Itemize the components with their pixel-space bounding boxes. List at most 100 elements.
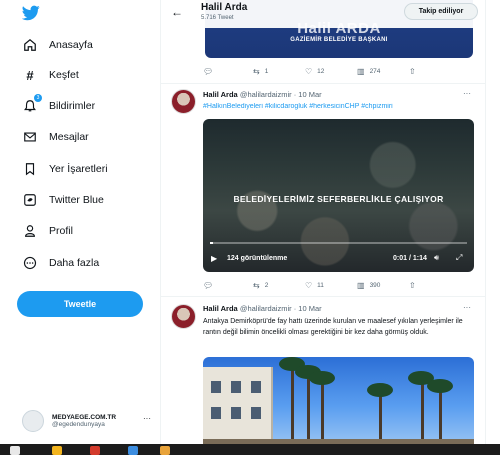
account-switcher[interactable]: MEDYAEGE.COM.TR @egedendunyaya ··· [22, 408, 157, 434]
retweet-icon: ⇆ [253, 280, 260, 290]
author-name[interactable]: Halil Arda [203, 304, 238, 313]
tweet-date[interactable]: · 10 Mar [294, 90, 322, 99]
home-icon [22, 37, 38, 53]
sidebar-item-home[interactable]: Anasayfa [22, 35, 93, 55]
more-icon[interactable]: ··· [463, 89, 471, 98]
page-title: Halil Arda [201, 2, 248, 13]
video-caption: BELEDİYELERİMİZ SEFERBERLİKLE ÇALIŞIYOR [233, 194, 444, 204]
heart-icon: ♡ [305, 280, 313, 290]
sidebar-item-profile[interactable]: Profil [22, 221, 73, 241]
os-taskbar [0, 444, 500, 455]
video-progress-fill [210, 242, 213, 244]
more-icon[interactable]: ··· [143, 414, 151, 423]
share-icon: ⇧ [409, 66, 416, 76]
retweet-button[interactable]: ⇆ 2 [253, 281, 268, 290]
app-icon[interactable] [10, 446, 20, 455]
twitter-blue-icon [22, 192, 38, 208]
views-button[interactable]: ▥ 390 [357, 281, 380, 290]
reply-button[interactable]: 💬︎ [203, 67, 218, 76]
more-icon[interactable]: ··· [463, 303, 471, 312]
author-name[interactable]: Halil Arda [203, 90, 238, 99]
sidebar-item-explore[interactable]: # Keşfet [22, 65, 79, 85]
app-icon[interactable] [160, 446, 170, 455]
sidebar-item-label: Anasayfa [49, 39, 93, 51]
sidebar-item-messages[interactable]: Mesajlar [22, 127, 89, 147]
twitter-bird-icon[interactable] [22, 5, 40, 21]
heart-icon: ♡ [305, 66, 313, 76]
back-arrow-icon[interactable]: ← [171, 5, 183, 19]
bell-icon: 3 [22, 94, 42, 114]
tweet-header: Halil Arda @halilardaizmir · 10 Mar [203, 90, 322, 99]
folder-icon[interactable] [52, 446, 62, 455]
sidebar-item-label: Yer İşaretleri [49, 163, 108, 175]
like-count: 12 [317, 67, 325, 75]
tweet-date[interactable]: · 10 Mar [294, 304, 322, 313]
divider [161, 296, 485, 297]
reply-icon: 💬︎ [203, 66, 214, 76]
tweet-actions: 💬︎ ⇆ 2 ♡ 11 ▥ 390 ⇧ [203, 279, 478, 291]
app-icon[interactable] [128, 446, 138, 455]
tweet-actions: 💬︎ ⇆ 1 ♡ 12 ▥ 274 ⇧ [203, 65, 478, 77]
tweet-hashtags[interactable]: #HalkınBelediyeleri #kilicdarogluk #herk… [203, 103, 478, 110]
video-progress-bar[interactable] [210, 242, 467, 244]
tweet-button[interactable]: Tweetle [17, 291, 143, 317]
sidebar-item-label: Keşfet [49, 69, 79, 81]
share-button[interactable]: ⇧ [409, 281, 421, 290]
retweet-icon: ⇆ [253, 66, 260, 76]
sidebar-item-label: Twitter Blue [49, 194, 104, 206]
avatar [22, 410, 44, 432]
tweet-text: Antakya Demirköprü'de fay hattı üzerinde… [203, 318, 463, 336]
building-image [203, 367, 273, 444]
sidebar-item-label: Bildirimler [49, 100, 96, 112]
views-chart-icon: ▥ [357, 66, 365, 76]
share-icon: ⇧ [409, 280, 416, 290]
reply-icon: 💬︎ [203, 280, 214, 290]
author-handle[interactable]: @halilardaizmir [240, 90, 292, 99]
video-controls: ▶ 124 görüntülenme 0:01 / 1:14 🔊︎ ⤢ [203, 250, 474, 266]
timeline[interactable]: Halil ARDA GAZİEMİR BELEDİYE BAŞKANI ← H… [160, 0, 486, 444]
avatar[interactable] [171, 304, 196, 329]
tweet-count: 5.716 Tweet [201, 15, 234, 21]
sidebar-item-bookmarks[interactable]: Yer İşaretleri [22, 159, 108, 179]
retweet-count: 2 [264, 281, 269, 289]
sidebar-item-more[interactable]: Daha fazla [22, 253, 99, 273]
person-icon [22, 223, 38, 239]
retweet-button[interactable]: ⇆ 1 [253, 67, 268, 76]
views-button[interactable]: ▥ 274 [357, 67, 380, 76]
reply-button[interactable]: 💬︎ [203, 281, 218, 290]
more-circle-icon [22, 255, 38, 271]
tweet-photo[interactable] [203, 357, 474, 444]
account-handle: @egedendunyaya [52, 421, 105, 428]
following-button[interactable]: Takip ediliyor [404, 3, 478, 20]
mail-icon [22, 129, 38, 145]
retweet-count: 1 [264, 67, 269, 75]
notification-badge: 3 [34, 94, 42, 102]
image-subtitle: GAZİEMİR BELEDİYE BAŞKANI [290, 37, 388, 43]
sidebar-item-notifications[interactable]: 3 Bildirimler [22, 94, 96, 116]
like-button[interactable]: ♡ 12 [305, 67, 324, 76]
profile-header-bar: ← Halil Arda 5.716 Tweet Takip ediliyor [161, 0, 485, 28]
fullscreen-icon[interactable]: ⤢ [456, 253, 462, 263]
bookmark-icon [22, 161, 38, 177]
tweet-header: Halil Arda @halilardaizmir · 10 Mar [203, 304, 322, 313]
avatar[interactable] [171, 89, 196, 114]
share-button[interactable]: ⇧ [409, 67, 421, 76]
browser-icon[interactable] [90, 446, 100, 455]
author-handle[interactable]: @halilardaizmir [240, 304, 292, 313]
volume-icon[interactable]: 🔊︎ [434, 253, 439, 263]
like-button[interactable]: ♡ 11 [305, 281, 324, 290]
like-count: 11 [317, 281, 324, 289]
play-icon[interactable]: ▶ [211, 254, 217, 263]
sidebar-item-label: Profil [49, 225, 73, 237]
account-name: MEDYAEGE.COM.TR [52, 414, 117, 421]
video-views: 124 görüntülenme [227, 254, 288, 262]
divider [161, 83, 485, 84]
sidebar-item-label: Mesajlar [49, 131, 89, 143]
sidebar-item-label: Daha fazla [49, 257, 100, 269]
sidebar: Anasayfa # Keşfet 3 Bildirimler Mesajlar… [0, 0, 160, 444]
sidebar-item-twitter-blue[interactable]: Twitter Blue [22, 190, 104, 210]
hashtag-icon: # [26, 67, 34, 83]
view-count: 390 [369, 281, 381, 289]
video-player[interactable]: BELEDİYELERİMİZ SEFERBERLİKLE ÇALIŞIYOR … [203, 119, 474, 272]
video-time: 0:01 / 1:14 [393, 254, 427, 262]
